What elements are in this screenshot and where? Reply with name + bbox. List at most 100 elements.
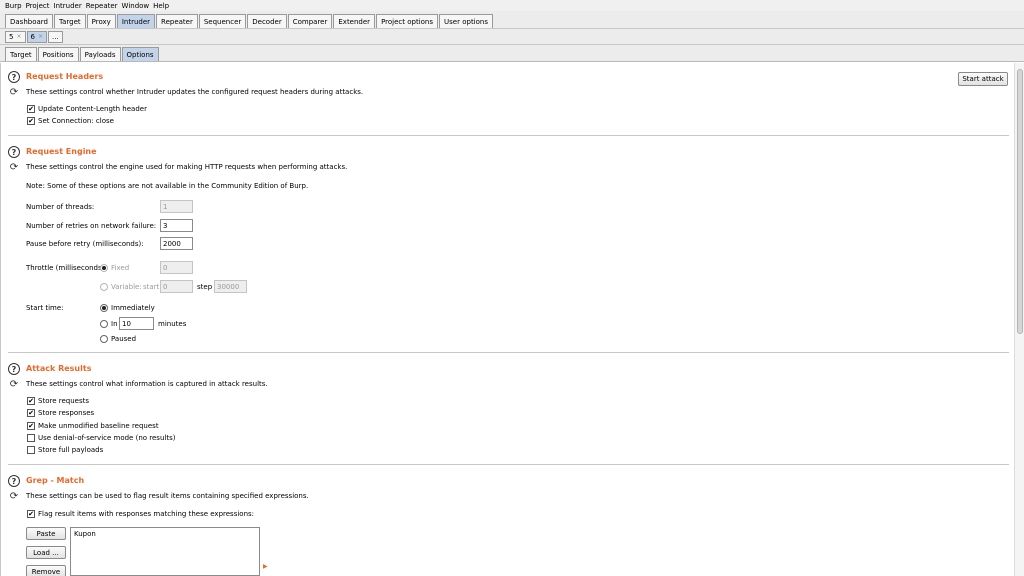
set-connection-option[interactable]: ✔ Set Connection: close <box>27 117 114 125</box>
tab-target[interactable]: Target <box>53 14 86 28</box>
menu-item-window[interactable]: Window <box>122 2 150 10</box>
subtab-positions[interactable]: Positions <box>37 47 79 61</box>
update-content-length-option[interactable]: ✔ Update Content-Length header <box>27 105 147 113</box>
vertical-scrollbar[interactable] <box>1014 63 1024 576</box>
restore-defaults-icon[interactable]: ⟳ <box>9 492 19 502</box>
variable-step-label: step <box>197 283 213 291</box>
tab-intruder[interactable]: Intruder <box>116 14 156 28</box>
close-icon[interactable]: × <box>16 33 21 40</box>
dos-mode-option[interactable]: Use denial-of-service mode (no results) <box>27 434 175 442</box>
variable-step-field[interactable]: 30000 <box>214 280 247 293</box>
help-icon[interactable]: ? <box>8 146 20 158</box>
list-item[interactable]: Kupon <box>71 528 259 540</box>
menu-item-burp[interactable]: Burp <box>5 2 22 10</box>
store-full-payloads-label: Store full payloads <box>38 446 104 454</box>
subtab-target[interactable]: Target <box>5 47 37 61</box>
tab-user-options[interactable]: User options <box>439 14 493 28</box>
threads-field[interactable]: 1 <box>160 200 193 213</box>
start-attack-button[interactable]: Start attack <box>958 72 1008 86</box>
attack-tab-5[interactable]: 5 × <box>5 30 26 43</box>
tab-sequencer[interactable]: Sequencer <box>198 14 247 28</box>
restore-defaults-icon[interactable]: ⟳ <box>9 380 19 390</box>
community-edition-note: Note: Some of these options are not avai… <box>26 182 309 190</box>
restore-defaults-icon[interactable]: ⟳ <box>9 163 19 173</box>
throttle-fixed-field[interactable]: 0 <box>160 261 193 274</box>
dos-mode-checkbox[interactable] <box>27 434 35 442</box>
make-baseline-label: Make unmodified baseline request <box>38 422 159 430</box>
start-in-minutes-field[interactable]: 10 <box>119 317 154 330</box>
update-content-length-label: Update Content-Length header <box>38 105 147 113</box>
throttle-variable-option[interactable]: Variable: <box>100 283 142 291</box>
tab-project-options[interactable]: Project options <box>376 14 439 28</box>
menu-item-project[interactable]: Project <box>26 2 50 10</box>
retries-label: Number of retries on network failure: <box>26 222 157 230</box>
tab-proxy[interactable]: Proxy <box>86 14 116 28</box>
flag-matches-label: Flag result items with responses matchin… <box>38 510 255 518</box>
section-divider <box>8 352 1009 353</box>
throttle-label: Throttle (milliseconds): <box>26 264 107 272</box>
attack-tab-label: 6 <box>30 32 35 41</box>
load-button[interactable]: Load ... <box>26 546 66 559</box>
minutes-label: minutes <box>158 320 187 328</box>
pause-label: Pause before retry (milliseconds): <box>26 240 144 248</box>
tab-dashboard[interactable]: Dashboard <box>5 14 53 28</box>
attack-tab-label: 5 <box>9 32 14 41</box>
set-connection-label: Set Connection: close <box>38 117 114 125</box>
make-baseline-checkbox[interactable]: ✔ <box>27 422 35 430</box>
remove-button[interactable]: Remove <box>26 565 66 576</box>
new-attack-tab[interactable]: ... <box>48 30 63 43</box>
scrollbar-thumb[interactable] <box>1017 69 1023 334</box>
start-immediately-label: Immediately <box>111 304 155 312</box>
help-icon[interactable]: ? <box>8 71 20 83</box>
options-panel: Start attack ? Request Headers ⟳ These s… <box>0 63 1014 576</box>
pause-field[interactable]: 2000 <box>160 237 193 250</box>
paste-button[interactable]: Paste <box>26 527 66 540</box>
section-title-request-headers: Request Headers <box>26 72 104 81</box>
tab-comparer[interactable]: Comparer <box>287 14 333 28</box>
menu-bar: Burp Project Intruder Repeater Window He… <box>0 0 1024 11</box>
start-immediately-radio[interactable] <box>100 304 108 312</box>
attack-tab-6[interactable]: 6 × <box>26 30 47 43</box>
subtab-payloads[interactable]: Payloads <box>79 47 121 61</box>
throttle-variable-radio[interactable] <box>100 283 108 291</box>
start-paused-option[interactable]: Paused <box>100 335 136 343</box>
sub-tab-bar: Target Positions Payloads Options <box>0 45 1024 62</box>
help-icon[interactable]: ? <box>8 475 20 487</box>
tab-repeater[interactable]: Repeater <box>156 14 198 28</box>
help-icon[interactable]: ? <box>8 363 20 375</box>
start-in-radio[interactable] <box>100 320 108 328</box>
subtab-options[interactable]: Options <box>121 47 159 61</box>
flag-matches-checkbox[interactable]: ✔ <box>27 510 35 518</box>
menu-item-help[interactable]: Help <box>153 2 169 10</box>
store-responses-option[interactable]: ✔ Store responses <box>27 409 94 417</box>
start-paused-label: Paused <box>111 335 137 343</box>
section-divider <box>8 135 1009 136</box>
tab-extender[interactable]: Extender <box>333 14 376 28</box>
restore-defaults-icon[interactable]: ⟳ <box>9 88 19 98</box>
set-connection-checkbox[interactable]: ✔ <box>27 117 35 125</box>
start-in-option[interactable]: In <box>100 320 118 328</box>
tab-decoder[interactable]: Decoder <box>247 14 287 28</box>
variable-start-field[interactable]: 0 <box>160 280 193 293</box>
start-immediately-option[interactable]: Immediately <box>100 304 155 312</box>
store-requests-checkbox[interactable]: ✔ <box>27 397 35 405</box>
update-content-length-checkbox[interactable]: ✔ <box>27 105 35 113</box>
grep-match-list[interactable]: Kupon <box>70 527 260 576</box>
throttle-fixed-radio[interactable] <box>100 264 108 272</box>
retries-field[interactable]: 3 <box>160 219 193 232</box>
store-responses-checkbox[interactable]: ✔ <box>27 409 35 417</box>
menu-item-repeater[interactable]: Repeater <box>86 2 118 10</box>
make-baseline-option[interactable]: ✔ Make unmodified baseline request <box>27 422 159 430</box>
flag-matches-option[interactable]: ✔ Flag result items with responses match… <box>27 510 254 518</box>
throttle-fixed-label: Fixed <box>111 264 130 272</box>
close-icon[interactable]: × <box>38 33 43 40</box>
store-requests-option[interactable]: ✔ Store requests <box>27 397 89 405</box>
section-title-attack-results: Attack Results <box>26 364 92 373</box>
store-full-payloads-checkbox[interactable] <box>27 446 35 454</box>
menu-item-intruder[interactable]: Intruder <box>54 2 82 10</box>
add-arrow-icon[interactable]: ▶ <box>263 563 268 570</box>
store-full-payloads-option[interactable]: Store full payloads <box>27 446 103 454</box>
start-paused-radio[interactable] <box>100 335 108 343</box>
throttle-fixed-option[interactable]: Fixed <box>100 264 129 272</box>
dos-mode-label: Use denial-of-service mode (no results) <box>38 434 176 442</box>
